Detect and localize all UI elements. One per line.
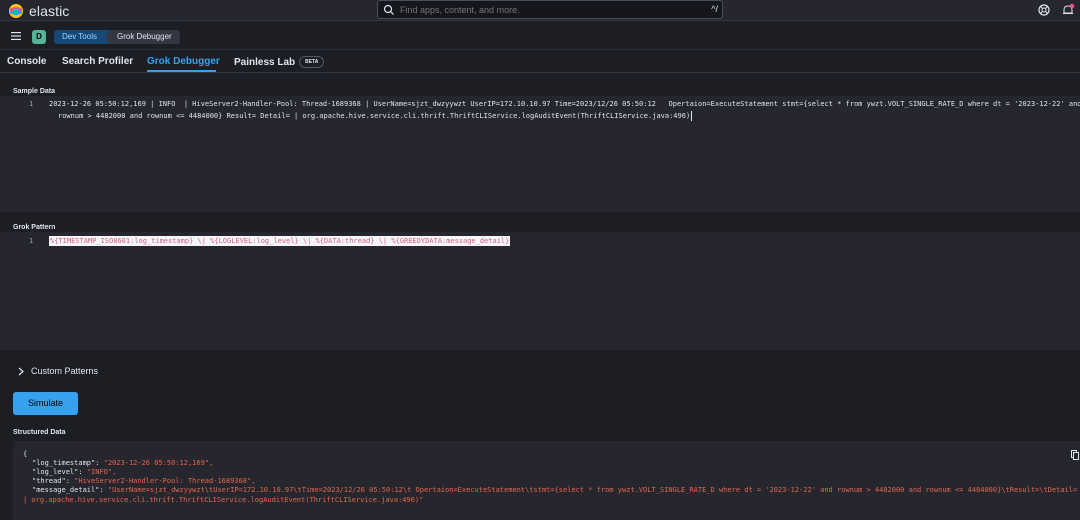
- global-search[interactable]: ^/: [377, 0, 723, 19]
- simulate-button[interactable]: Simulate: [13, 392, 78, 415]
- json-continuation: | org.apache.hive.service.cli.thrift.Thr…: [23, 496, 424, 504]
- text-cursor: [691, 111, 692, 121]
- tab-console[interactable]: Console: [7, 56, 46, 67]
- line-number: 1: [29, 100, 34, 108]
- breadcrumb-grok-debugger: Grok Debugger: [104, 30, 180, 44]
- grok-pattern-text: %{TIMESTAMP_ISO8601:log_timestamp} \| %{…: [49, 236, 511, 246]
- json-field: "log_timestamp": "2023-12-26 05:50:12,16…: [32, 459, 214, 467]
- help-icon[interactable]: [1037, 3, 1051, 17]
- search-shortcut: ^/: [711, 4, 718, 14]
- structured-data-label: Structured Data: [13, 429, 66, 436]
- tab-painless-lab-label: Painless Lab: [234, 57, 296, 68]
- json-field: "thread": "HiveServer2-Handler-Pool: Thr…: [32, 477, 256, 485]
- json-field: "message_detail": "UserName=sjzt_dwzyywz…: [32, 486, 1078, 494]
- custom-patterns-label: Custom Patterns: [31, 366, 99, 376]
- tab-grok-debugger[interactable]: Grok Debugger: [147, 56, 220, 67]
- tab-search-profiler[interactable]: Search Profiler: [62, 56, 133, 67]
- search-input[interactable]: [400, 4, 690, 15]
- chevron-right-icon: [18, 367, 24, 375]
- space-avatar[interactable]: D: [32, 30, 46, 44]
- global-header: elastic ^/: [0, 0, 1080, 21]
- elastic-logo-icon: [9, 4, 23, 18]
- notifications-icon[interactable]: [1061, 3, 1075, 17]
- structured-data-output: { "log_timestamp": "2023-12-26 05:50:12,…: [13, 441, 1080, 520]
- sample-data-line-1: 2023-12-26 05:50:12,169 | INFO | HiveSer…: [49, 100, 1080, 108]
- breadcrumb-dev-tools[interactable]: Dev Tools: [54, 30, 109, 44]
- grok-pattern-editor[interactable]: [0, 232, 1080, 350]
- json-open-brace: {: [23, 450, 28, 458]
- sample-data-label: Sample Data: [13, 88, 56, 95]
- elastic-logo[interactable]: elastic: [8, 3, 69, 19]
- copy-icon[interactable]: [1071, 450, 1079, 460]
- active-tab-indicator: [147, 70, 216, 72]
- logo-text: elastic: [29, 3, 70, 19]
- menu-icon[interactable]: [11, 32, 21, 40]
- search-icon: [383, 4, 394, 15]
- beta-badge: BETA: [299, 56, 325, 68]
- tab-painless-lab[interactable]: Painless Lab BETA: [234, 56, 325, 68]
- json-field: "log_level": "INFO",: [32, 468, 117, 476]
- sample-data-line-2: rownum > 4482000 and rownum <= 4484000} …: [58, 112, 691, 120]
- custom-patterns-toggle[interactable]: Custom Patterns: [18, 366, 98, 376]
- grok-pattern-label: Grok Pattern: [13, 224, 56, 231]
- breadcrumb: Dev Tools Grok Debugger: [54, 30, 180, 44]
- line-number: 1: [29, 237, 34, 245]
- breadcrumb-bar: D Dev Tools Grok Debugger: [0, 22, 1080, 50]
